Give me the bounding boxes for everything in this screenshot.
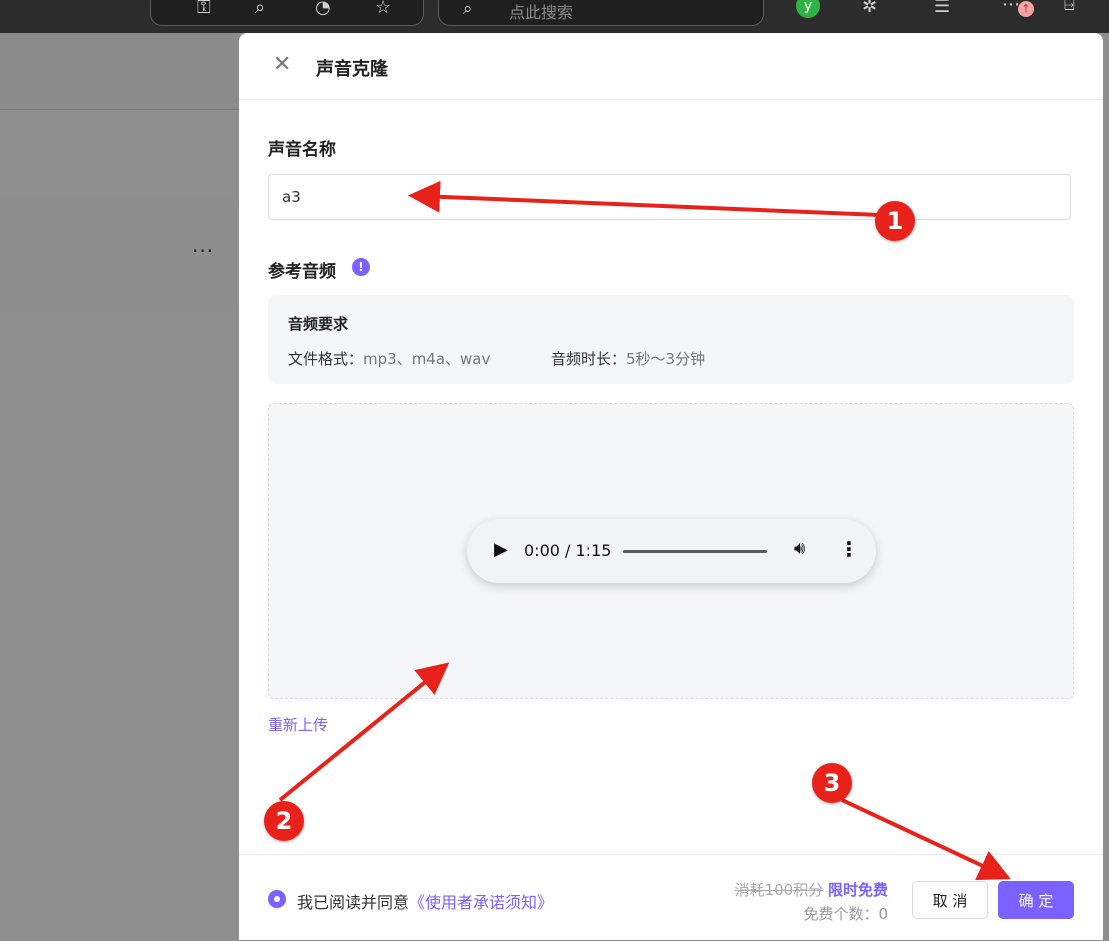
background-card: ··· [0, 197, 236, 311]
update-badge-icon[interactable]: ↑ [1018, 1, 1034, 17]
free-promo-label: 限时免费 [827, 881, 888, 899]
sidebar-toggle-icon[interactable]: ⍈ [1064, 0, 1075, 15]
drawer-title: 声音克隆 [316, 59, 388, 80]
step-marker-1: 1 [875, 201, 915, 241]
requirements-title: 音频要求 [288, 315, 349, 333]
format-label: 文件格式： [288, 350, 364, 368]
edge-icon[interactable]: ◔ [315, 0, 331, 18]
agree-text: 我已阅读并同意《使用者承诺须知》 [297, 889, 553, 913]
duration-value: 5秒～3分钟 [626, 350, 706, 368]
duration-requirement: 音频时长：5秒～3分钟 [551, 348, 705, 369]
voice-name-label: 声音名称 [268, 140, 336, 160]
duration-label: 音频时长： [551, 350, 627, 368]
favorite-star-icon[interactable]: ☆ [375, 0, 391, 18]
reupload-link[interactable]: 重新上传 [268, 714, 328, 735]
voice-name-input[interactable] [268, 174, 1071, 220]
extensions-puzzle-icon[interactable]: ✲ [862, 0, 877, 17]
play-icon[interactable]: ▶ [494, 539, 508, 560]
cancel-button[interactable]: 取 消 [912, 881, 988, 919]
agree-radio[interactable] [268, 890, 286, 908]
info-icon[interactable]: ! [352, 258, 370, 276]
background-header [0, 33, 240, 110]
user-agreement-link[interactable]: 《使用者承诺须知》 [409, 893, 553, 912]
extension-green-icon[interactable]: y [796, 0, 820, 18]
card-more-icon[interactable]: ··· [192, 239, 214, 263]
progress-slider[interactable] [623, 550, 767, 553]
step-marker-2: 2 [264, 801, 304, 841]
format-requirement: 文件格式：mp3、m4a、wav [288, 348, 490, 369]
confirm-button[interactable]: 确 定 [998, 881, 1074, 919]
free-count: 免费个数：0 [803, 905, 888, 923]
zoom-icon[interactable]: ⌕ [255, 0, 265, 18]
key-icon[interactable]: ⚿ [197, 0, 211, 18]
audio-requirements-box: 音频要求 文件格式：mp3、m4a、wav 音频时长：5秒～3分钟 [268, 295, 1074, 384]
search-icon: ⌕ [463, 0, 473, 19]
browser-search-box[interactable]: ⌕ 点此搜索 [438, 0, 764, 26]
browser-toolbar: ⚿ ⌕ ◔ ☆ ⌕ 点此搜索 y ✲ ☰ ⋯ ↑ ⍈ [0, 0, 1109, 33]
player-time: 0:00 / 1:15 [524, 541, 612, 560]
address-bar[interactable]: ⚿ ⌕ ◔ ☆ [150, 0, 424, 26]
voice-clone-drawer: ✕ 声音克隆 声音名称 参考音频 ! 音频要求 文件格式：mp3、m4a、wav… [239, 33, 1103, 940]
volume-icon[interactable]: 🔊︎ [794, 538, 805, 559]
original-cost: 消耗100积分 [734, 881, 824, 899]
reference-audio-label: 参考音频 [268, 262, 336, 282]
step-marker-3: 3 [812, 763, 852, 803]
player-more-icon[interactable]: ⋮ [839, 537, 859, 561]
agree-label: 我已阅读并同意 [297, 893, 410, 912]
reading-list-icon[interactable]: ☰ [934, 0, 950, 17]
cost-line: 消耗100积分 限时免费 [721, 879, 888, 900]
close-icon[interactable]: ✕ [273, 52, 291, 77]
drawer-header: ✕ 声音克隆 [239, 33, 1103, 100]
audio-player[interactable]: ▶ 0:00 / 1:15 🔊︎ ⋮ [467, 519, 876, 583]
format-value: mp3、m4a、wav [363, 350, 491, 368]
audio-upload-area[interactable]: ▶ 0:00 / 1:15 🔊︎ ⋮ [268, 403, 1074, 699]
drawer-footer: 我已阅读并同意《使用者承诺须知》 消耗100积分 限时免费 免费个数：0 取 消… [239, 854, 1103, 941]
search-placeholder: 点此搜索 [509, 3, 574, 22]
